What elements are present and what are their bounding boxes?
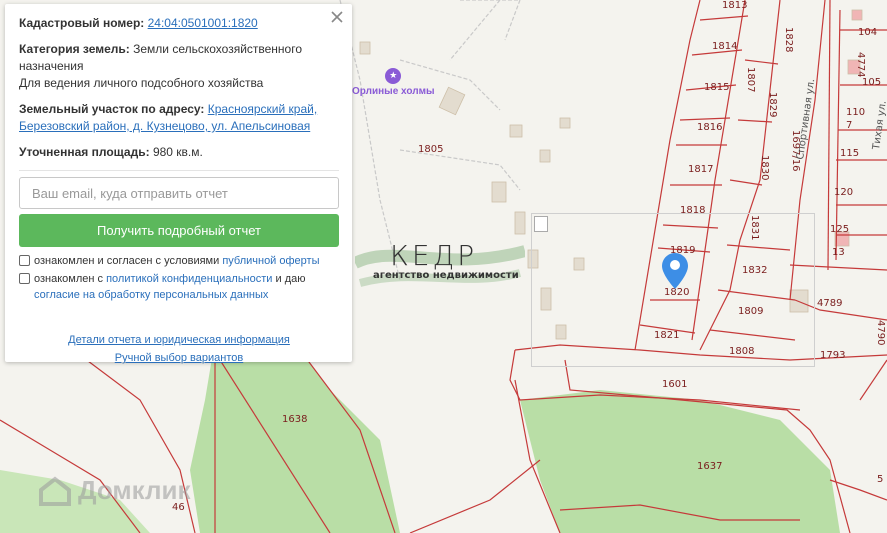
svg-text:1805: 1805 [418,144,443,155]
consent-offer-text: ознакомлен и согласен с условиями [34,255,223,267]
svg-text:1830: 1830 [759,155,770,180]
brand-name: Домклик [78,475,191,505]
kedr-watermark: КЕДР агентство недвижимости [355,233,525,293]
svg-text:4790: 4790 [875,320,886,345]
svg-text:1816: 1816 [697,122,722,133]
poi-marker[interactable]: ★ Орлиные холмы [352,68,435,97]
svg-text:1817: 1817 [688,164,713,175]
category-row: Категория земель: Земли сельскохозяйстве… [19,41,339,92]
consent-offer-row: ознакомлен и согласен с условиями публич… [19,253,339,269]
area-row: Уточненная площадь: 980 кв.м. [19,144,339,161]
svg-text:1637: 1637 [697,461,722,472]
svg-text:104: 104 [858,27,877,38]
consent-offer-checkbox[interactable] [19,255,30,266]
svg-text:4789: 4789 [817,298,842,309]
address-label: Земельный участок по адресу: [19,102,205,116]
house-icon [39,475,71,506]
overlay-image-frame [531,213,815,367]
svg-text:125: 125 [830,224,849,235]
svg-text:115: 115 [840,148,859,159]
report-details-link[interactable]: Детали отчета и юридическая информация [68,334,290,346]
domclick-logo: Домклик [38,475,190,506]
location-pin-icon[interactable] [662,253,688,289]
consent-privacy-row: ознакомлен с политикой конфиденциальност… [19,271,339,303]
personal-data-consent-link[interactable]: согласие на обработку персональных данны… [34,289,268,301]
email-input[interactable]: Ваш email, куда отправить отчет [19,177,339,209]
svg-text:1828: 1828 [783,27,794,52]
category-label: Категория земель: [19,42,130,56]
svg-text:1793: 1793 [820,350,845,361]
svg-text:5: 5 [877,474,883,485]
address-row: Земельный участок по адресу: Красноярски… [19,101,339,135]
email-placeholder: Ваш email, куда отправить отчет [32,185,228,201]
svg-text:110: 110 [846,107,865,118]
watermark-title: КЕДР [390,239,478,272]
svg-text:1815: 1815 [704,82,729,93]
cadastral-number-link[interactable]: 24:04:0501001:1820 [148,16,258,30]
parcel-info-panel: Кадастровый номер: 24:04:0501001:1820 Ка… [5,4,352,364]
consent-privacy-text: ознакомлен с [34,273,107,285]
broken-image-icon [534,216,548,232]
consent-privacy-mid: и даю [272,273,306,285]
close-icon[interactable] [330,10,344,24]
usage-value: Для ведения личного подсобного хозяйства [19,76,264,90]
privacy-policy-link[interactable]: политикой конфиденциальности [106,273,272,285]
svg-text:120: 120 [834,187,853,198]
svg-text:1807: 1807 [745,67,756,92]
svg-text:1601: 1601 [662,379,687,390]
area-value: 980 кв.м. [152,145,203,159]
consent-privacy-checkbox[interactable] [19,273,30,284]
svg-text:1638: 1638 [282,414,307,425]
area-label: Уточненная площадь: [19,145,150,159]
manual-selection-link[interactable]: Ручной выбор вариантов [115,352,243,364]
cadastral-label: Кадастровый номер: [19,16,145,30]
panel-footer-links: Детали отчета и юридическая информация Р… [19,331,339,367]
svg-text:4774: 4774 [855,52,866,77]
svg-text:1829: 1829 [767,92,778,117]
cadastral-row: Кадастровый номер: 24:04:0501001:1820 [19,15,339,32]
watermark-subtitle: агентство недвижимости [373,270,519,281]
svg-text:7: 7 [846,120,852,131]
svg-text:13: 13 [832,247,845,258]
svg-text:1813: 1813 [722,0,747,11]
trophy-icon: ★ [385,68,402,84]
svg-text:105: 105 [862,77,881,88]
svg-text:1814: 1814 [712,41,737,52]
get-report-button[interactable]: Получить подробный отчет [19,214,339,247]
divider [19,170,339,171]
poi-label: Орлиные холмы [352,86,435,97]
public-offer-link[interactable]: публичной оферты [222,255,319,267]
